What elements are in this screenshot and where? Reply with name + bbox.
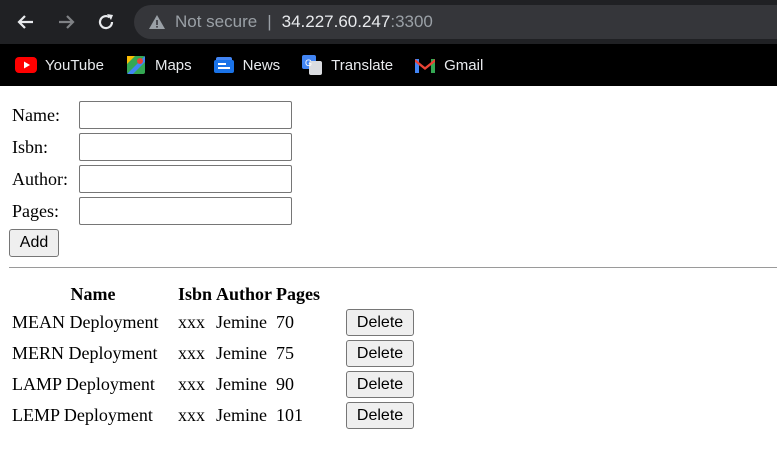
omnibox-separator: | (267, 12, 272, 31)
author-input[interactable] (79, 165, 292, 193)
bookmarks-bar: YouTube Maps News G Translate Gmail (0, 44, 777, 86)
add-button[interactable]: Add (9, 229, 59, 257)
gmail-icon (414, 54, 436, 76)
header-actions (323, 283, 415, 306)
isbn-input[interactable] (79, 133, 292, 161)
cell-isbn: xxx (178, 343, 205, 363)
cell-isbn: xxx (178, 405, 205, 425)
table-row: LEMP Deployment xxx Jemine 101 Delete (11, 401, 415, 430)
youtube-icon (15, 54, 37, 76)
cell-actions: Delete (323, 308, 415, 337)
bookmark-gmail[interactable]: Gmail (414, 54, 483, 76)
cell-actions: Delete (323, 401, 415, 430)
author-label: Author: (12, 168, 68, 189)
cell-author: Jemine (216, 405, 268, 425)
header-author: Author (216, 284, 273, 304)
reload-icon (98, 14, 114, 30)
bookmark-youtube[interactable]: YouTube (15, 54, 104, 76)
header-name: Name (70, 284, 116, 304)
header-pages: Pages (276, 284, 321, 304)
author-row: Author: (12, 163, 767, 195)
svg-text:G: G (305, 58, 312, 68)
cell-name: MERN Deployment (12, 343, 158, 363)
cell-name: MEAN Deployment (12, 312, 159, 332)
bookmark-news[interactable]: News (213, 54, 281, 76)
bookmark-label: YouTube (45, 56, 104, 74)
bookmark-label: Maps (154, 56, 192, 74)
cell-author: Jemine (216, 343, 268, 363)
bookmark-maps[interactable]: Maps (125, 54, 192, 76)
table-row: MERN Deployment xxx Jemine 75 Delete (11, 339, 415, 368)
pages-label: Pages: (12, 200, 59, 221)
name-row: Name: (12, 99, 767, 131)
table-header-row: Name Isbn Author Pages (11, 283, 415, 306)
page-content: Name: Isbn: Author: Pages: Add Name Isbn… (0, 86, 777, 432)
cell-actions: Delete (323, 339, 415, 368)
cell-pages: 90 (276, 374, 295, 394)
cell-isbn: xxx (178, 312, 205, 332)
bookmark-label: News (242, 56, 281, 74)
pages-row: Pages: (12, 195, 767, 227)
cell-actions: Delete (323, 370, 415, 399)
bookmark-label: Translate (331, 56, 394, 74)
browser-toolbar: Not secure | 34.227.60.247:3300 (0, 0, 777, 44)
pages-input[interactable] (79, 197, 292, 225)
url-host: 34.227.60.247 (281, 12, 391, 31)
cell-pages: 101 (276, 405, 304, 425)
cell-name: LAMP Deployment (12, 374, 155, 394)
isbn-row: Isbn: (12, 131, 767, 163)
bookmark-translate[interactable]: G Translate (301, 54, 393, 76)
books-table: Name Isbn Author Pages MEAN Deployment x… (9, 281, 417, 432)
forward-arrow-icon (59, 15, 75, 29)
cell-author: Jemine (216, 374, 268, 394)
bookmark-label: Gmail (444, 56, 484, 74)
table-row: LAMP Deployment xxx Jemine 90 Delete (11, 370, 415, 399)
forward-button[interactable] (52, 8, 80, 36)
cell-isbn: xxx (178, 374, 205, 394)
header-isbn: Isbn (178, 284, 213, 304)
cell-name: LEMP Deployment (12, 405, 153, 425)
isbn-label: Isbn: (12, 136, 48, 157)
maps-icon (125, 54, 147, 76)
table-row: MEAN Deployment xxx Jemine 70 Delete (11, 308, 415, 337)
cell-author: Jemine (216, 312, 268, 332)
back-arrow-icon (17, 15, 33, 29)
news-icon (213, 54, 235, 76)
warning-icon (148, 13, 166, 31)
delete-button[interactable]: Delete (346, 340, 415, 367)
name-input[interactable] (79, 101, 292, 129)
reload-button[interactable] (92, 8, 120, 36)
cell-pages: 70 (276, 312, 295, 332)
name-label: Name: (12, 104, 60, 125)
divider (9, 267, 777, 268)
cell-pages: 75 (276, 343, 295, 363)
translate-icon: G (301, 54, 323, 76)
delete-button[interactable]: Delete (346, 309, 415, 336)
address-bar[interactable]: Not secure | 34.227.60.247:3300 (134, 5, 777, 39)
url-port: :3300 (390, 12, 433, 31)
back-button[interactable] (12, 8, 40, 36)
not-secure-label: Not secure (175, 12, 258, 31)
delete-button[interactable]: Delete (346, 371, 415, 398)
delete-button[interactable]: Delete (346, 402, 415, 429)
